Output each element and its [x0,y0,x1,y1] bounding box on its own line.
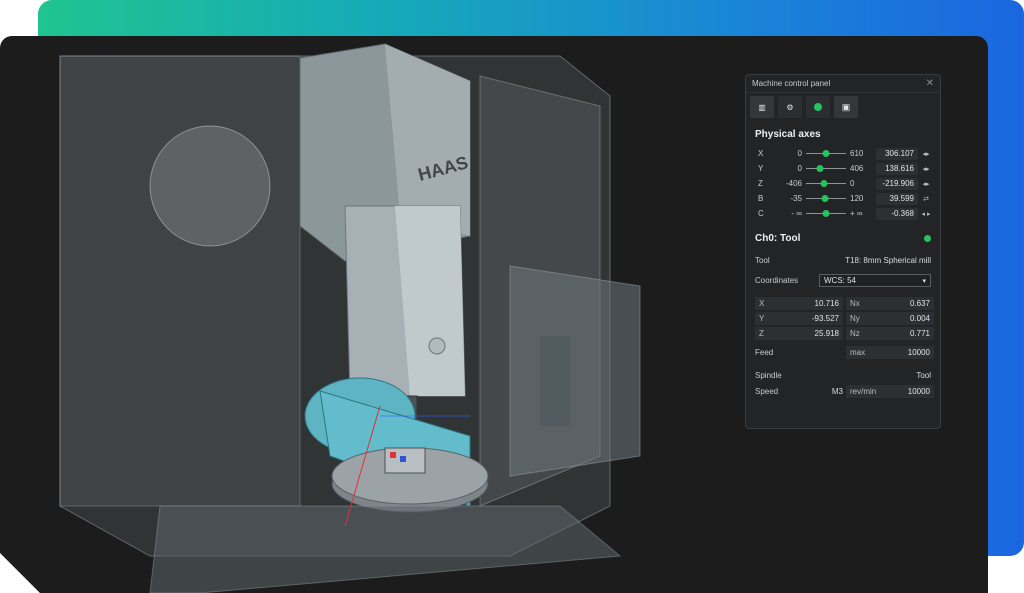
spindle-header: Spindle Tool [746,361,940,383]
axis-row-b: B -35 120 39.599 ⇄ [746,191,940,206]
save-icon[interactable]: ▣ [834,96,858,118]
axis-row-c: C - ∞ + ∞ -0.368 ◂ ▸ [746,206,940,221]
axis-max: 0 [850,179,855,188]
coord-field-x[interactable]: X 10.716 [755,297,843,310]
axis-slider-knob[interactable] [823,150,830,157]
panel-toolbar: ▥ ⚙ ▣ [746,93,940,121]
axis-slider-knob[interactable] [821,180,828,187]
feed-unit: max [850,348,866,357]
chevron-down-icon: ▾ [922,277,926,285]
axis-min: -406 [785,179,802,188]
channel-header: Ch0: Tool [746,221,940,250]
axis-slider[interactable] [806,163,846,175]
axis-value-field[interactable]: 306.107 [876,148,918,160]
feed-row: Feed max 10000 [746,344,940,361]
channel-title: Ch0: Tool [755,233,801,244]
coord-value: 10.716 [814,299,839,308]
coordinates-label: Coordinates [755,276,799,285]
axis-max: 406 [850,164,864,173]
panel-title: Machine control panel [752,79,831,88]
axis-max: 610 [850,149,864,158]
axis-slider[interactable] [806,208,846,220]
panel-header: Machine control panel ✕ [746,75,940,93]
coordinates-row: Coordinates WCS: 54 ▾ [746,271,940,293]
axis-max: + ∞ [850,209,863,218]
columns-icon[interactable]: ▥ [750,96,774,118]
speed-mode: M3 [831,387,843,396]
axis-slider[interactable] [806,178,846,190]
coord-value: -93.527 [811,314,839,323]
spindle-source: Tool [916,371,931,380]
axis-jog-icon[interactable]: ◂▸ [918,165,934,173]
axis-slider-knob[interactable] [823,210,830,217]
coordinate-grid: X 10.716 Nx 0.637 Y -93.527 Ny 0.004 Z 25.918 Nz 0.… [746,293,940,344]
axis-jog-icon[interactable]: ◂▸ [918,180,934,188]
coord-field-nx[interactable]: Nx 0.637 [846,297,934,310]
axis-name: B [758,194,764,203]
physical-axes-title: Physical axes [755,129,821,140]
axis-name: Y [758,164,764,173]
status-dot-icon[interactable] [806,96,830,118]
speed-field[interactable]: rev/min 10000 [846,385,934,398]
coord-field-ny[interactable]: Ny 0.004 [846,312,934,325]
coord-field-nz[interactable]: Nz 0.771 [846,327,934,340]
tool-value: T18: 8mm Spherical mill [845,256,931,265]
channel-status-dot [924,235,931,242]
speed-row: Speed M3 rev/min 10000 [746,383,940,400]
axis-min: 0 [797,164,802,173]
tool-row: Tool T18: 8mm Spherical mill [746,250,940,271]
feed-value: 10000 [907,348,930,357]
coord-field-z[interactable]: Z 25.918 [755,327,843,340]
axis-max: 120 [850,194,864,203]
coord-value: 0.771 [909,329,930,338]
speed-label: Speed [755,387,779,396]
close-icon[interactable]: ✕ [926,78,934,89]
axis-slider[interactable] [806,193,846,205]
axis-slider-knob[interactable] [822,195,829,202]
machine-control-panel: Machine control panel ✕ ▥ ⚙ ▣ Physical a… [745,74,941,429]
wcs-select-value: WCS: 54 [824,276,857,285]
axis-slider-knob[interactable] [816,165,823,172]
axis-jog-icon[interactable]: ◂ ▸ [918,210,934,218]
feed-field[interactable]: max 10000 [846,346,934,359]
tool-label: Tool [755,256,770,265]
coord-label: X [759,299,765,308]
axis-value-field[interactable]: 138.616 [876,163,918,175]
axis-min: -35 [790,194,802,203]
sliders-icon[interactable]: ⚙ [778,96,802,118]
speed-unit: rev/min [850,387,877,396]
axis-name: Z [758,179,763,188]
axis-row-z: Z -406 0 -219.906 ◂▸ [746,176,940,191]
coord-value: 0.637 [909,299,930,308]
stage: HAAS Machine control panel ✕ ▥ ⚙ ▣ Physi… [0,0,1024,593]
spindle-label: Spindle [755,371,782,380]
axis-row-y: Y 0 406 138.616 ◂▸ [746,161,940,176]
axis-slider[interactable] [806,148,846,160]
3d-viewport[interactable]: HAAS Machine control panel ✕ ▥ ⚙ ▣ Physi… [0,36,988,593]
speed-value: 10000 [907,387,930,396]
coord-value: 25.918 [814,329,839,338]
axis-name: X [758,149,764,158]
coord-label: Z [759,329,764,338]
axis-name: C [758,209,764,218]
coord-label: Nx [850,299,860,308]
coord-label: Nz [850,329,860,338]
axis-row-x: X 0 610 306.107 ◂▸ [746,146,940,161]
axis-jog-icon[interactable]: ⇄ [918,195,934,203]
coord-value: 0.004 [909,314,930,323]
feed-label: Feed [755,348,774,357]
coord-label: Ny [850,314,860,323]
wcs-select[interactable]: WCS: 54 ▾ [819,274,931,287]
axis-value-field[interactable]: 39.599 [876,193,918,205]
axis-min: - ∞ [791,209,802,218]
coord-field-y[interactable]: Y -93.527 [755,312,843,325]
axis-value-field[interactable]: -219.906 [876,178,918,190]
axis-min: 0 [797,149,802,158]
axes-list: X 0 610 306.107 ◂▸ Y 0 406 138.616 ◂▸ Z -406 0 -219.9… [746,146,940,221]
coord-label: Y [759,314,765,323]
axis-jog-icon[interactable]: ◂▸ [918,150,934,158]
axis-value-field[interactable]: -0.368 [876,208,918,220]
